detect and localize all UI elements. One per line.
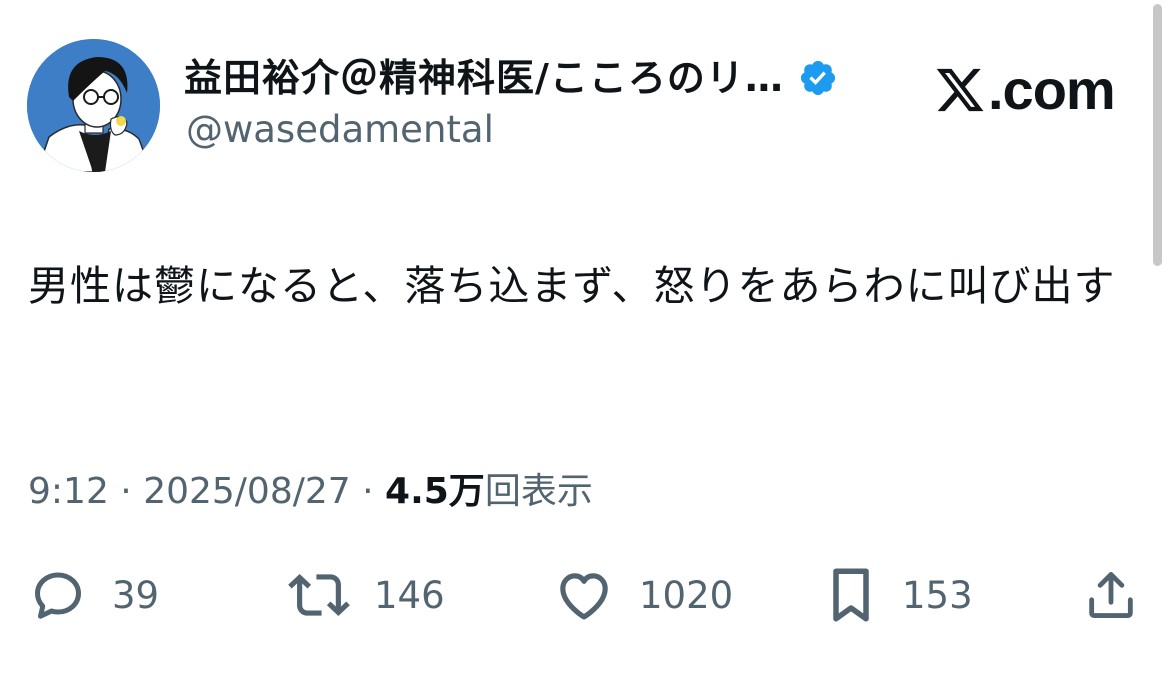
tweet-date[interactable]: 2025/08/27 [143,471,351,512]
retweet-icon [288,564,350,626]
reply-button[interactable]: 39 [28,560,159,630]
action-bar: 39 146 1020 153 [0,560,1170,630]
retweet-count: 146 [374,573,445,617]
bookmark-button[interactable]: 153 [824,560,973,630]
tweet-time[interactable]: 9:12 [28,471,109,512]
like-button[interactable]: 1020 [553,560,733,630]
bookmark-count: 153 [902,573,973,617]
avatar-illustration [27,39,160,172]
reply-count: 39 [112,573,160,617]
meta-separator: · [350,471,386,512]
avatar[interactable] [27,39,160,172]
retweet-button[interactable]: 146 [288,560,445,630]
author-name-row[interactable]: 益田裕介＠精神科医/こころのリ… [184,50,838,106]
tweet-meta: 9:12 · 2025/08/27 · 4.5万回表示 [28,466,593,518]
like-count: 1020 [639,573,734,617]
scrollbar[interactable] [1150,0,1166,270]
brand-logo: .com [934,58,1116,121]
meta-separator: · [108,471,144,512]
verified-badge-icon [798,58,838,98]
tweet-text: 男性は鬱になると、落ち込まず、怒りをあらわに叫び出す [28,262,1116,310]
heart-icon [553,564,615,626]
author-handle[interactable]: @wasedamental [186,108,494,152]
views-count: 4.5万 [385,471,485,512]
scrollbar-thumb[interactable] [1153,4,1162,266]
reply-icon [28,565,88,625]
bookmark-icon [824,565,878,625]
share-icon [1082,566,1140,624]
brand-domain-text: .com [988,58,1116,121]
author-display-name[interactable]: 益田裕介＠精神科医/こころのリ… [184,59,784,97]
x-logo-icon [934,64,986,116]
share-button[interactable] [1082,560,1140,630]
views-label: 回表示 [484,471,593,512]
tweet-card: 益田裕介＠精神科医/こころのリ… @wasedamental .com 男性は鬱… [0,0,1170,684]
